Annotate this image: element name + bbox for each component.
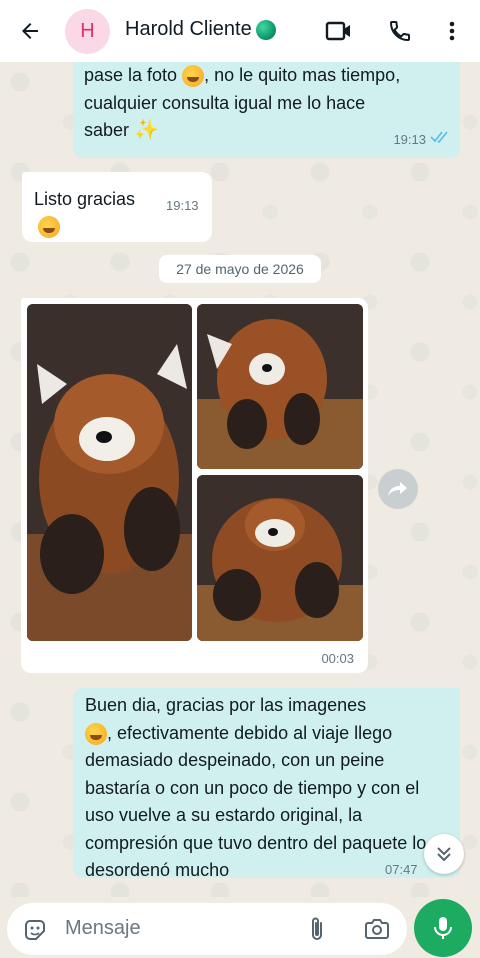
message-bubble-outgoing[interactable]: Buen dia, gracias por las imagenes , efe… bbox=[73, 688, 460, 880]
media-message-incoming[interactable]: 00:03 bbox=[21, 298, 368, 673]
back-arrow-icon[interactable] bbox=[14, 16, 46, 46]
attach-paperclip-icon[interactable] bbox=[303, 915, 331, 943]
avatar[interactable]: H bbox=[65, 9, 110, 54]
message-time: 07:47 bbox=[385, 862, 418, 877]
message-bubble-incoming[interactable]: Listo gracias 19:13 bbox=[22, 172, 212, 242]
avatar-initial: H bbox=[80, 20, 95, 42]
message-text: Listo gracias bbox=[34, 189, 136, 209]
contact-name-text: Harold Cliente bbox=[125, 18, 252, 40]
message-time: 00:03 bbox=[321, 651, 354, 666]
camera-icon[interactable] bbox=[362, 915, 392, 943]
message-time: 19:13 bbox=[166, 198, 199, 213]
message-composer[interactable]: Mensaje bbox=[7, 903, 407, 955]
chat-header: H Harold Cliente bbox=[0, 0, 480, 62]
chat-area[interactable]: pase la foto , no le quito mas tiempo, c… bbox=[0, 62, 480, 897]
date-separator: 27 de mayo de 2026 bbox=[159, 255, 321, 283]
hugging-face-emoji-icon bbox=[182, 65, 205, 88]
hugging-face-emoji-icon bbox=[38, 216, 60, 238]
green-globe-emoji-icon bbox=[255, 19, 276, 40]
contact-name[interactable]: Harold Cliente bbox=[125, 18, 276, 41]
forward-icon[interactable] bbox=[378, 469, 418, 509]
more-vert-icon[interactable] bbox=[437, 16, 467, 46]
phone-icon[interactable] bbox=[385, 16, 415, 46]
microphone-icon[interactable] bbox=[414, 899, 472, 957]
sticker-emoji-icon[interactable] bbox=[21, 916, 49, 944]
scroll-to-bottom-button[interactable] bbox=[424, 834, 464, 874]
sparkles-emoji-icon: ✨ bbox=[134, 119, 159, 141]
message-bubble-outgoing[interactable]: pase la foto , no le quito mas tiempo, c… bbox=[73, 62, 460, 158]
message-input[interactable]: Mensaje bbox=[65, 917, 141, 940]
red-panda-plush-photo[interactable] bbox=[27, 304, 192, 641]
hugging-face-emoji-icon bbox=[85, 722, 107, 745]
red-panda-plush-photo[interactable] bbox=[197, 304, 363, 469]
message-time: 19:13 bbox=[393, 131, 426, 147]
read-receipt-icon bbox=[430, 124, 450, 152]
red-panda-plush-photo[interactable] bbox=[197, 475, 363, 641]
video-call-icon[interactable] bbox=[324, 16, 354, 46]
